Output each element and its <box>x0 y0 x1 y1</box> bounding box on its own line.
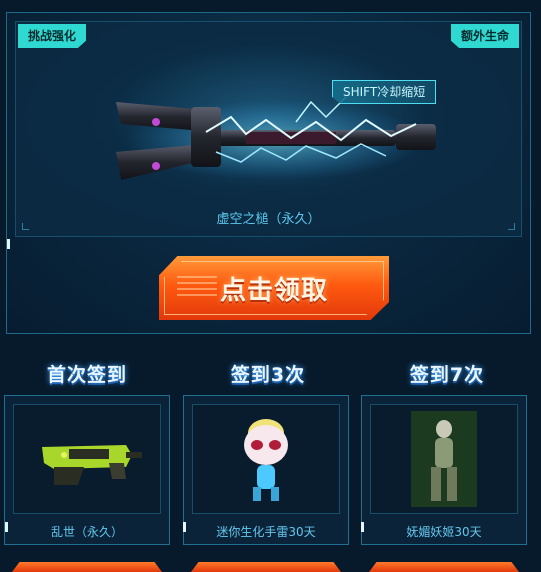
claim-button-7[interactable] <box>369 562 519 572</box>
main-reward-panel: 挑战强化 额外生命 SHIFT冷却缩短 虚空之槌（永久） 点击领取 <box>6 12 531 334</box>
claim-button-1[interactable] <box>12 562 162 572</box>
main-reward-name: 虚空之槌（永久） <box>216 212 321 227</box>
tag-extra-life: 额外生命 <box>450 24 519 48</box>
signin-title-3: 签到3次 <box>230 364 306 386</box>
reward-name-3: 迷你生化手雷30天 <box>216 525 316 539</box>
claim-main-button[interactable]: 点击领取 <box>159 256 389 320</box>
corner-decoration <box>508 223 515 230</box>
reward-name-7: 妩媚妖姬30天 <box>406 525 482 539</box>
signin-title-1: 首次签到 <box>46 364 127 386</box>
weapon-showcase: 挑战强化 额外生命 SHIFT冷却缩短 虚空之槌（永久） <box>15 21 522 237</box>
signin-title-7: 签到7次 <box>409 364 485 386</box>
side-marker <box>7 239 10 249</box>
reward-image-frame <box>192 404 340 514</box>
smg-weapon-icon <box>42 445 142 485</box>
signin-reward-card-3: 迷你生化手雷30天 <box>183 395 349 545</box>
reward-image-frame <box>13 404 161 514</box>
side-marker <box>5 522 8 532</box>
reward-name-1: 乱世（永久） <box>50 525 123 539</box>
side-marker <box>361 522 364 532</box>
corner-decoration <box>22 223 29 230</box>
skill-cooldown-tip: SHIFT冷却缩短 <box>332 80 437 104</box>
reward-image-frame <box>370 404 518 514</box>
side-marker <box>183 522 186 532</box>
female-character-icon <box>411 411 477 507</box>
claim-button-label: 点击领取 <box>219 276 328 306</box>
claim-button-3[interactable] <box>191 562 341 572</box>
mini-character-icon <box>244 419 288 501</box>
signin-reward-card-7: 妩媚妖姬30天 <box>361 395 527 545</box>
tag-challenge-boost: 挑战强化 <box>18 24 87 48</box>
signin-reward-card-1: 乱世（永久） <box>4 395 170 545</box>
